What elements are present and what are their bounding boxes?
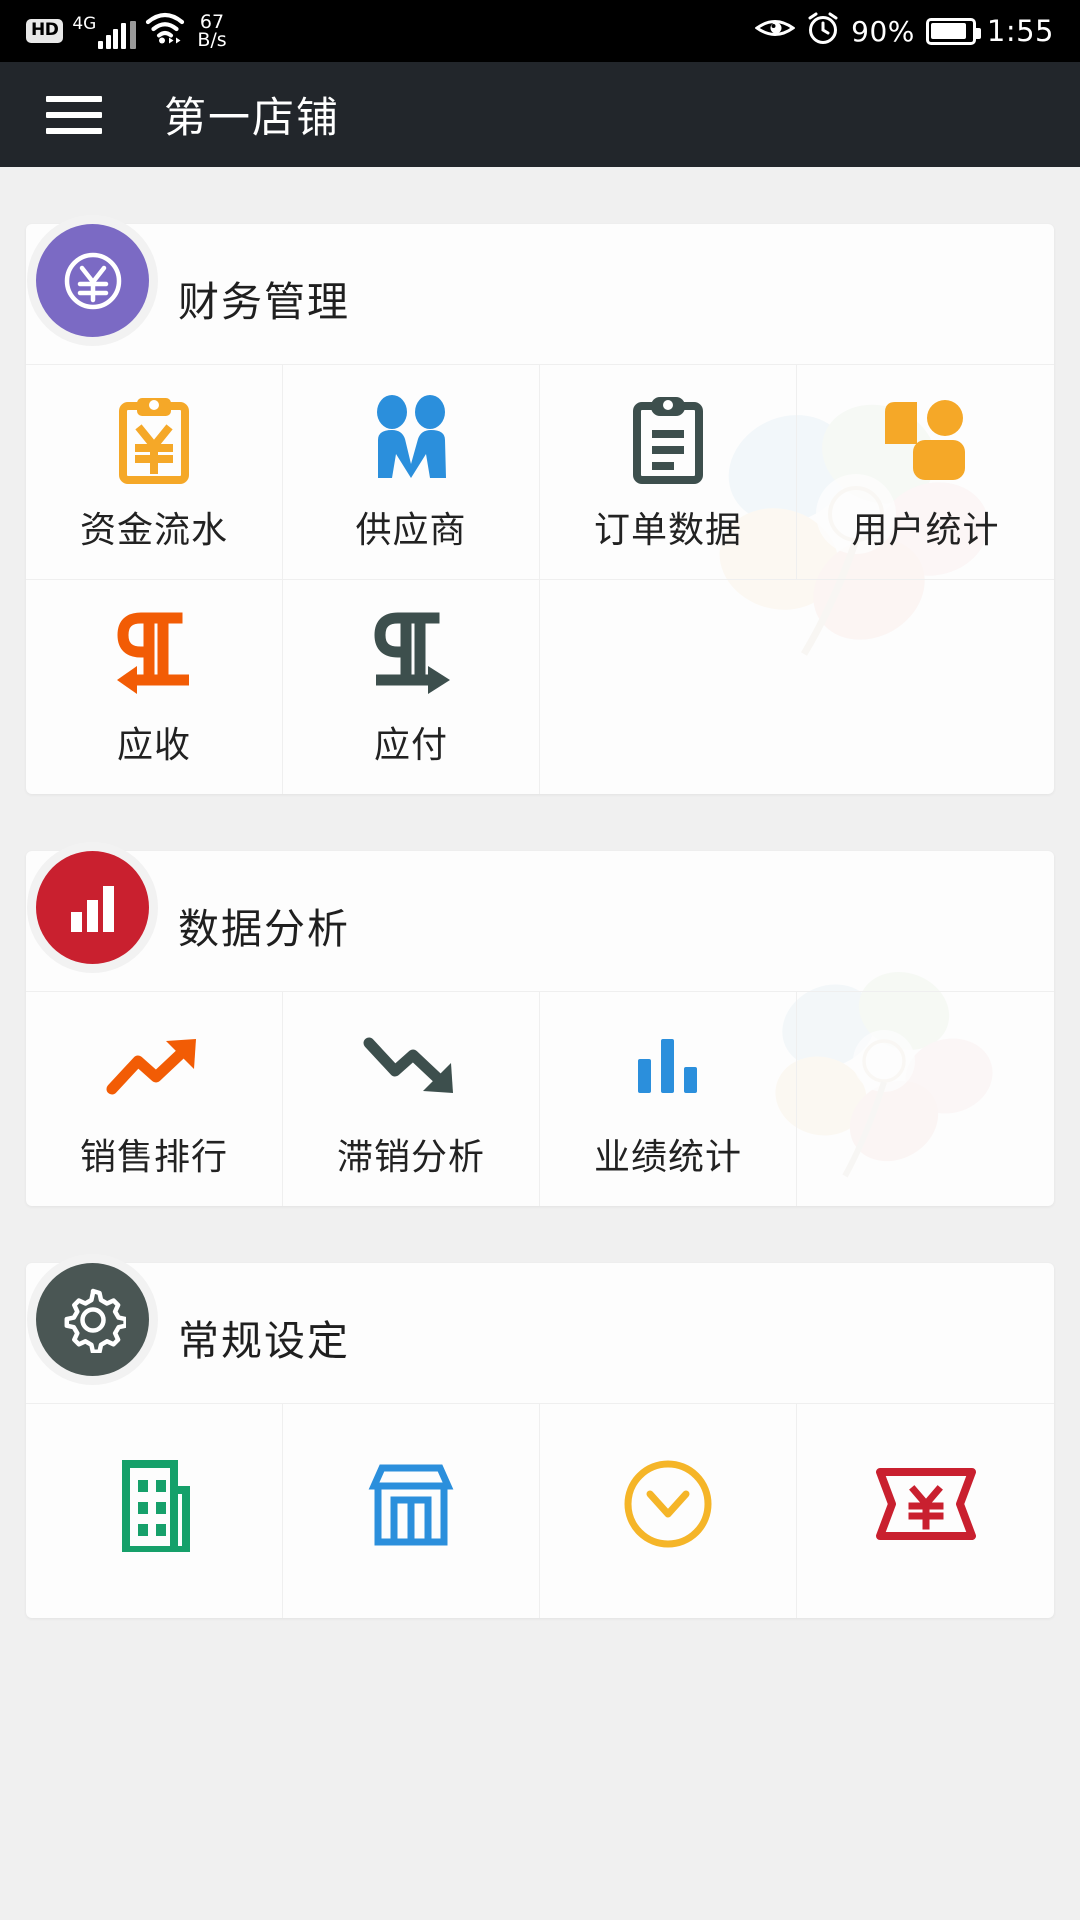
grid-item-expand[interactable]: [540, 1403, 797, 1618]
yen-ticket-icon: [874, 1456, 978, 1552]
hd-icon: HD: [26, 19, 64, 43]
network-type-label: 4G: [72, 14, 97, 34]
pilcrow-right-arrow-icon: [364, 606, 458, 702]
grid-item-payable[interactable]: 应付: [283, 579, 540, 794]
grid-item-label: 应付: [373, 725, 448, 766]
section-settings: 常规设定: [26, 1263, 1054, 1618]
grid-item-label: 应收: [116, 725, 191, 766]
alarm-clock-icon: [806, 11, 840, 52]
data-speed-unit: B/s: [197, 29, 227, 51]
grid-item-coupon[interactable]: [797, 1403, 1054, 1618]
card-finance: 财务管理 资金流水 供应商 订单数据 用户统计 应收 应付: [26, 224, 1054, 794]
grid-item-sales-ranking[interactable]: 销售排行: [26, 991, 283, 1206]
storefront-icon: [364, 1456, 458, 1552]
grid-item-label: 供应商: [355, 510, 467, 551]
page-title: 第一店铺: [164, 93, 341, 142]
grid-item-label: 滞销分析: [336, 1137, 485, 1178]
pilcrow-left-arrow-icon: [107, 606, 201, 702]
chevron-down-circle-icon: [620, 1456, 716, 1552]
data-speed-indicator: 67 B/s: [197, 12, 227, 51]
grid-cell-empty: [797, 991, 1054, 1206]
grid-item-order-data[interactable]: 订单数据: [540, 364, 797, 579]
card-analytics: 数据分析 销售排行 滞销分析 业绩统计: [26, 851, 1054, 1206]
trend-down-arrow-icon: [361, 1018, 461, 1114]
main-content: 财务管理 资金流水 供应商 订单数据 用户统计 应收 应付 数据分析 销售排行 …: [0, 224, 1080, 1652]
section-title-settings: 常规设定: [178, 1317, 350, 1365]
grid-item-receivable[interactable]: 应收: [26, 579, 283, 794]
grid-item-supplier[interactable]: 供应商: [283, 364, 540, 579]
grid-analytics: 销售排行 滞销分析 业绩统计: [26, 991, 1054, 1206]
status-bar-right: 90% 1:55: [754, 11, 1054, 52]
status-bar: HD 4G 67 B/s 90% 1:55: [0, 0, 1080, 62]
bottom-spacer: [26, 1618, 1054, 1652]
status-bar-left: HD 4G 67 B/s: [26, 11, 227, 52]
grid-settings: [26, 1403, 1054, 1618]
signal-bars-icon: [98, 21, 137, 49]
handshake-people-icon: [364, 391, 458, 487]
clipboard-yen-icon: [111, 391, 197, 487]
grid-item-company[interactable]: [26, 1403, 283, 1618]
grid-item-performance-stats[interactable]: 业绩统计: [540, 991, 797, 1206]
grid-item-store[interactable]: [283, 1403, 540, 1618]
eye-icon: [754, 15, 796, 48]
grid-cell-empty: [540, 579, 797, 794]
bar-chart-icon: [36, 851, 149, 964]
user-stats-shapes-icon: [879, 391, 973, 487]
section-analytics: 数据分析 销售排行 滞销分析 业绩统计: [26, 851, 1054, 1206]
bar-columns-icon: [628, 1018, 708, 1114]
card-settings: 常规设定: [26, 1263, 1054, 1618]
battery-percent-label: 90%: [851, 14, 915, 48]
wifi-icon: [145, 11, 185, 52]
yen-circle-icon: [36, 224, 149, 337]
section-title-finance: 财务管理: [178, 278, 350, 326]
gear-icon: [36, 1263, 149, 1376]
hamburger-menu-icon[interactable]: [46, 95, 102, 134]
grid-item-label: 资金流水: [79, 510, 228, 551]
grid-item-label: 订单数据: [593, 510, 742, 551]
grid-item-label: 销售排行: [79, 1137, 228, 1178]
app-header: 第一店铺: [0, 62, 1080, 167]
cellular-signal-icon: 4G: [72, 13, 137, 49]
clock-label: 1:55: [986, 14, 1054, 48]
building-icon: [114, 1456, 194, 1552]
trend-up-arrow-icon: [104, 1018, 204, 1114]
grid-cell-empty: [797, 579, 1054, 794]
grid-item-capital-flow[interactable]: 资金流水: [26, 364, 283, 579]
grid-finance: 资金流水 供应商 订单数据 用户统计 应收 应付: [26, 364, 1054, 794]
section-finance: 财务管理 资金流水 供应商 订单数据 用户统计 应收 应付: [26, 224, 1054, 794]
grid-item-label: 业绩统计: [593, 1137, 742, 1178]
grid-item-slow-sales[interactable]: 滞销分析: [283, 991, 540, 1206]
grid-item-user-stats[interactable]: 用户统计: [797, 364, 1054, 579]
section-title-analytics: 数据分析: [178, 905, 350, 953]
clipboard-lines-icon: [625, 391, 711, 487]
battery-icon: [925, 17, 981, 45]
grid-item-label: 用户统计: [851, 510, 1000, 551]
